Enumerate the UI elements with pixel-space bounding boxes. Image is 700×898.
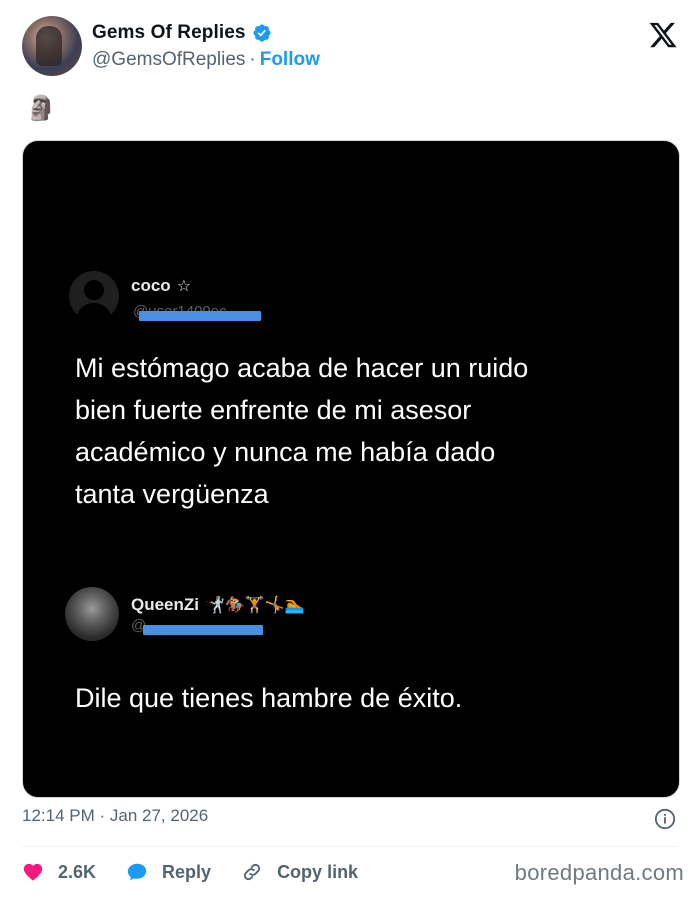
reply-button[interactable]: Reply xyxy=(126,861,211,883)
heart-icon xyxy=(23,863,43,881)
quoted-post-2-avatar xyxy=(65,587,119,641)
quoted-post-2-text: Dile que tienes hambre de éxito. xyxy=(75,683,463,713)
like-count: 2.6K xyxy=(58,861,97,882)
copy-link-label: Copy link xyxy=(277,861,359,882)
quoted-post-2-username: QueenZi xyxy=(131,595,200,614)
tweet-timestamp[interactable]: 12:14 PM · Jan 27, 2026 xyxy=(22,806,208,826)
activity-emojis: 🤺🏇🏋🤸🏊 xyxy=(205,597,305,614)
redaction-bar-1 xyxy=(139,311,261,321)
author-name-row: Gems Of Replies xyxy=(92,22,272,44)
copy-link-button[interactable]: Copy link xyxy=(241,861,358,883)
quoted-post-1-username-row: coco ☆ xyxy=(131,276,191,296)
separator-dot: · xyxy=(249,49,256,70)
quoted-post-1-username: coco xyxy=(131,276,171,295)
quoted-post-2-username-row: QueenZi 🤺🏇🏋🤸🏊 xyxy=(131,595,305,615)
quoted-post-1-text: Mi estómago acaba de hacer un ruido bien… xyxy=(75,353,529,509)
author-handle-row: @GemsOfReplies · Follow xyxy=(92,49,320,71)
redaction-bar-2 xyxy=(143,625,263,635)
tweet-actions: 2.6K Reply Copy link xyxy=(22,856,388,888)
link-icon xyxy=(243,863,261,881)
boredpanda-watermark: boredpanda.com xyxy=(514,860,684,885)
star-badge: ☆ xyxy=(176,278,192,295)
moai-emoji: 🗿 xyxy=(26,95,56,122)
reply-bubble-icon xyxy=(127,863,147,881)
author-name[interactable]: Gems Of Replies xyxy=(92,22,246,44)
x-logo-icon[interactable] xyxy=(648,20,678,50)
follow-button[interactable]: Follow xyxy=(260,49,320,71)
tweet-media-image[interactable]: coco ☆ @user1409ec Mi estómago acaba de … xyxy=(22,140,680,798)
info-icon[interactable] xyxy=(654,808,676,830)
like-button[interactable]: 2.6K xyxy=(22,861,96,883)
author-handle[interactable]: @GemsOfReplies xyxy=(92,49,245,71)
tweet-header: Gems Of Replies @GemsOfReplies · Follow xyxy=(22,14,682,80)
quoted-post-1-avatar xyxy=(69,271,119,321)
verified-badge-icon xyxy=(253,24,271,42)
author-avatar[interactable] xyxy=(22,16,82,76)
divider xyxy=(22,846,678,847)
reply-label: Reply xyxy=(162,861,212,882)
